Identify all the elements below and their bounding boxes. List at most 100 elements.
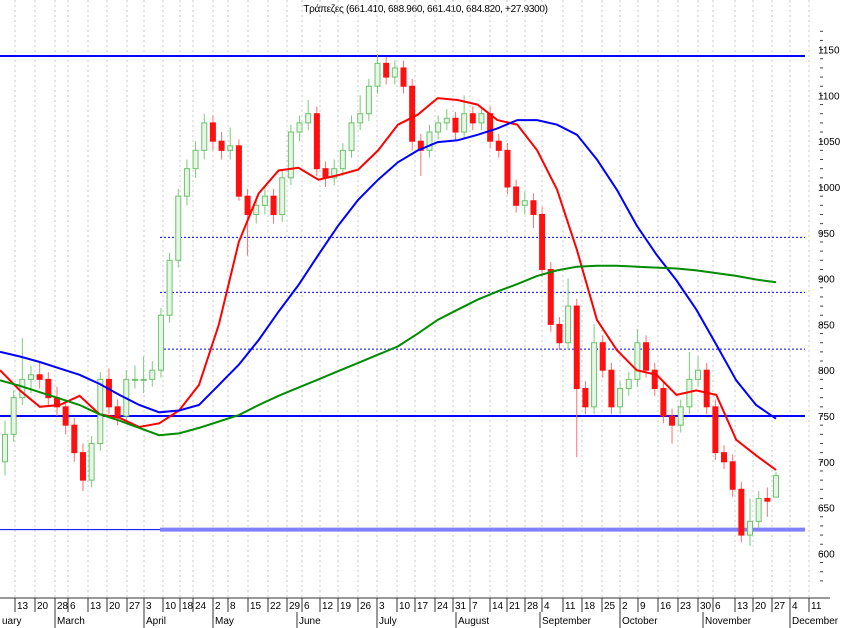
candle-body <box>348 122 355 151</box>
y-tick-label: 1000 <box>818 183 841 194</box>
candle-body <box>149 369 156 380</box>
x-tick-label: 15 <box>250 601 262 612</box>
candle-body <box>573 305 580 390</box>
candle-body <box>764 497 771 502</box>
candle-body <box>478 113 485 124</box>
month-label: December <box>792 616 839 627</box>
candle-body <box>539 213 546 270</box>
x-tick-label: 18 <box>182 601 194 612</box>
candle-body <box>712 406 719 454</box>
candle-body <box>461 113 468 133</box>
y-tick-label: 800 <box>818 366 835 377</box>
y-tick-label: 1050 <box>818 137 841 148</box>
candle-body <box>582 388 589 408</box>
y-tick-label: 650 <box>818 504 835 515</box>
candle-body <box>625 378 632 390</box>
candle-body <box>443 117 450 124</box>
candle-body <box>643 342 650 371</box>
candle-body <box>530 200 537 215</box>
month-label: September <box>542 616 592 627</box>
candle-body <box>218 140 225 151</box>
candle-body <box>62 406 69 426</box>
y-tick-label: 950 <box>818 229 835 240</box>
month-label: May <box>215 616 234 627</box>
x-tick-label: 20 <box>755 601 767 612</box>
candle-body <box>88 442 95 481</box>
candle-body <box>27 374 34 380</box>
x-tick-label: 16 <box>660 601 672 612</box>
x-tick-label: 7 <box>472 601 478 612</box>
x-tick-label: 26 <box>360 601 372 612</box>
x-tick-label: 3 <box>379 601 385 612</box>
month-label: November <box>705 616 752 627</box>
candle-body <box>677 406 684 426</box>
candle-body <box>660 388 667 417</box>
candlestick-chart: 600 650 700 750 800 850 900 950 1000 1050 1100 1150… <box>0 0 841 628</box>
x-tick-label: 28 <box>527 601 539 612</box>
candle-body <box>140 378 147 381</box>
x-tick-label: 19 <box>340 601 352 612</box>
x-tick-label: 2 <box>215 601 221 612</box>
candle-body <box>721 452 728 463</box>
candle-body <box>729 461 736 490</box>
candle-body <box>391 67 398 78</box>
candle-body <box>157 314 164 371</box>
x-axis: 13 20 28 6 13 20 27 3 10 18 24 2 8 15 22 29 6 12 19 26 3 10 17… <box>0 597 839 628</box>
candle-body <box>279 177 286 215</box>
candle-body <box>201 122 208 151</box>
candle-body <box>487 113 494 142</box>
x-tick-label: 6 <box>304 601 310 612</box>
candle-body <box>253 204 260 215</box>
x-tick-label: 9 <box>640 601 646 612</box>
month-label: April <box>146 616 166 627</box>
candle-body <box>114 406 121 417</box>
candle-body <box>695 369 702 380</box>
month-label: June <box>299 616 321 627</box>
candle-body <box>71 424 78 454</box>
x-tick-label: 4 <box>544 601 550 612</box>
y-tick-label: 1100 <box>818 91 840 102</box>
month-label: July <box>379 616 397 627</box>
y-tick-label: 900 <box>818 275 835 286</box>
candle-body <box>339 149 346 170</box>
x-tick-label: 25 <box>604 601 616 612</box>
candle-body <box>521 200 528 206</box>
candle-body <box>738 488 745 536</box>
x-tick-label: 6 <box>70 601 76 612</box>
candle-body <box>131 378 138 381</box>
candle-body <box>296 122 303 133</box>
x-tick-label: 12 <box>322 601 334 612</box>
x-tick-label: 20 <box>37 601 49 612</box>
x-tick-label: 17 <box>417 601 429 612</box>
candle-body <box>617 388 624 408</box>
candle-body <box>322 168 329 179</box>
x-tick-label: 21 <box>509 601 521 612</box>
x-tick-label: 20 <box>109 601 121 612</box>
candle-body <box>227 145 234 151</box>
x-tick-label: 3 <box>146 601 152 612</box>
candle-body <box>773 475 779 498</box>
candle-body <box>97 378 104 444</box>
candle-body <box>469 113 476 124</box>
x-tick-label: 31 <box>455 601 467 612</box>
x-tick-label: 29 <box>289 601 301 612</box>
x-tick-label: 10 <box>165 601 177 612</box>
x-tick-label: 2 <box>622 601 628 612</box>
moving-average-line <box>0 119 777 420</box>
candle-body <box>192 149 199 170</box>
x-tick-label: 10 <box>399 601 411 612</box>
candle-body <box>669 415 676 426</box>
candle-body <box>599 342 606 371</box>
candle-body <box>166 259 173 316</box>
candle-body <box>747 520 754 536</box>
candle-body <box>10 397 17 435</box>
x-tick-label: 27 <box>129 601 141 612</box>
x-tick-label: 4 <box>792 601 798 612</box>
candle-body <box>452 117 459 133</box>
candle-body <box>513 186 520 206</box>
candle-body <box>400 67 407 87</box>
x-tick-label: 22 <box>270 601 282 612</box>
candle-body <box>175 195 182 261</box>
y-tick-label: 750 <box>818 412 835 423</box>
x-tick-label: 28 <box>57 601 69 612</box>
